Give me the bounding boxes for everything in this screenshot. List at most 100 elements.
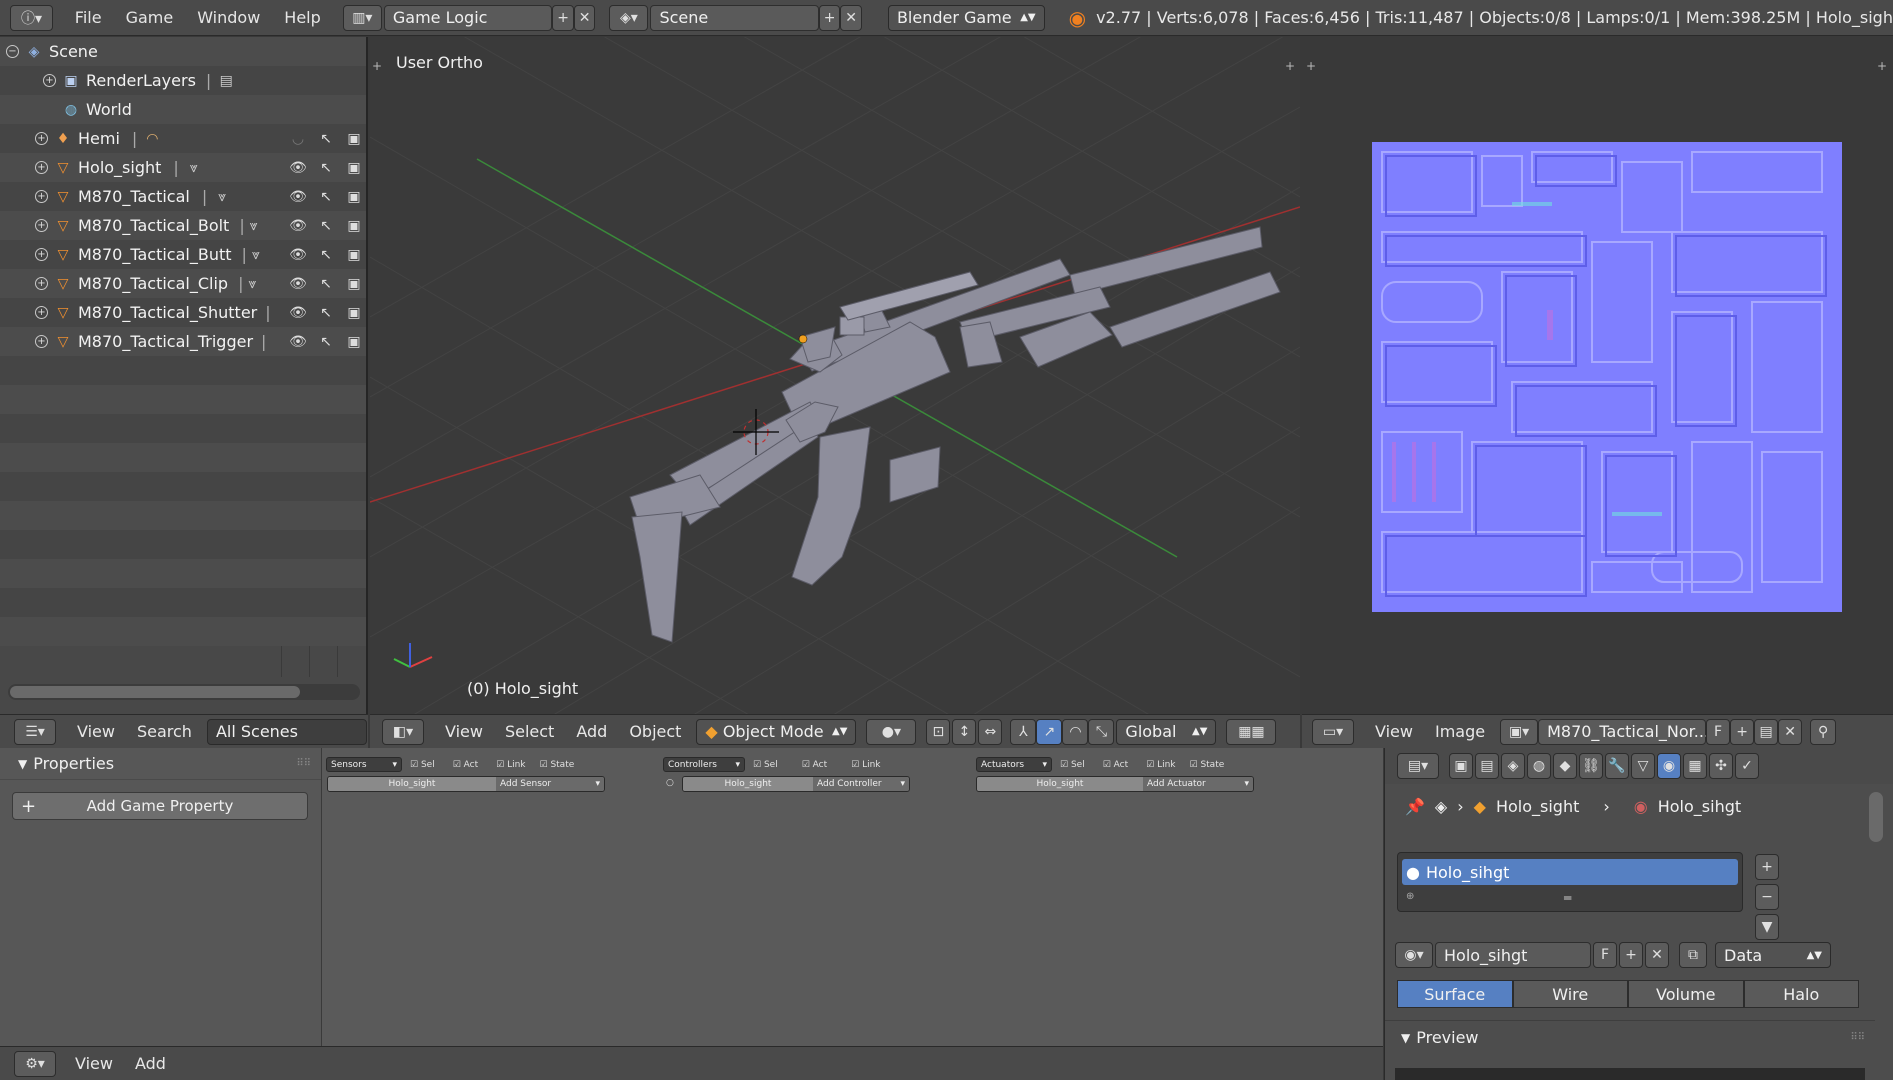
select-arrow-icon[interactable]: ↖	[315, 327, 337, 356]
unlink-material-icon[interactable]: ✕	[1645, 942, 1669, 968]
properties-panel-header[interactable]: ▼ Properties ⠿⠿	[0, 748, 321, 780]
render-camera-icon[interactable]: ▣	[343, 298, 365, 327]
normal-map-image[interactable]	[1372, 142, 1842, 612]
viewport-shading-icon[interactable]: ●▾	[866, 718, 917, 745]
select-arrow-icon[interactable]: ↖	[315, 182, 337, 211]
sensors-sel-check[interactable]: ☑ Sel	[410, 760, 435, 770]
sensors-link-check[interactable]: ☑ Link	[496, 760, 525, 770]
select-arrow-icon[interactable]: ↖	[315, 269, 337, 298]
controllers-sel-check[interactable]: ☑ Sel	[753, 760, 778, 770]
select-arrow-icon[interactable]: ↖	[315, 124, 337, 153]
menu-help[interactable]: Help	[272, 0, 332, 35]
controllers-act-check[interactable]: ☑ Act	[802, 760, 827, 770]
scene-tab-icon[interactable]: ◈	[1501, 753, 1525, 779]
sensors-menu[interactable]: Sensors ▾	[326, 757, 402, 772]
expand-icon[interactable]: +	[35, 132, 48, 145]
material-fake-user-button[interactable]: F	[1593, 942, 1617, 968]
viewport-canvas[interactable]	[370, 37, 1300, 714]
outliner-scrollbar-thumb[interactable]	[10, 686, 300, 698]
data-tab-icon[interactable]: ▽	[1631, 753, 1655, 779]
pivot-point-icon[interactable]: ⊡	[926, 718, 951, 745]
expand-icon[interactable]: +	[35, 190, 48, 203]
material-slot-specials-icon[interactable]: ▼	[1755, 914, 1779, 940]
sensors-act-check[interactable]: ☑ Act	[453, 760, 478, 770]
editor-type-properties-icon[interactable]: ▤▾	[1397, 753, 1439, 779]
tab-volume[interactable]: Volume	[1628, 980, 1744, 1008]
new-material-icon[interactable]: +	[1619, 942, 1643, 968]
expand-icon[interactable]: +	[35, 306, 48, 319]
outliner-item-m870-tactical-butt[interactable]: + ▽ M870_Tactical_Butt | ⩔ 👁 ↖ ▣	[0, 240, 366, 269]
remove-screen-icon[interactable]: ✕	[573, 4, 596, 31]
list-filter-icon[interactable]: ⊕	[1406, 891, 1414, 902]
image-fake-user-button[interactable]: F	[1706, 718, 1731, 745]
render-camera-icon[interactable]: ▣	[343, 211, 365, 240]
expand-icon[interactable]: +	[35, 219, 48, 232]
select-arrow-icon[interactable]: ↖	[315, 211, 337, 240]
viewport-menu-view[interactable]: View	[434, 722, 494, 741]
visibility-eye-icon[interactable]: 👁	[287, 269, 309, 298]
render-camera-icon[interactable]: ▣	[343, 240, 365, 269]
visibility-eye-icon[interactable]: 👁	[287, 240, 309, 269]
editor-type-outliner-icon[interactable]: ☰▾	[14, 718, 56, 745]
add-controller-dropdown[interactable]: Add Controller ▾	[813, 777, 909, 791]
mode-dropdown[interactable]: ◆ Object Mode ▲▼	[696, 718, 857, 745]
manipulator-toggle-icon[interactable]: ⇔	[978, 718, 1003, 745]
viewport-menu-object[interactable]: Object	[618, 722, 692, 741]
region-toggle-plus-icon[interactable]: +	[1306, 59, 1316, 73]
outliner-menu-search[interactable]: Search	[126, 722, 203, 741]
preview-panel-header[interactable]: ▼ Preview ⠿⠿	[1385, 1020, 1875, 1054]
tab-wire[interactable]: Wire	[1512, 980, 1628, 1008]
transform-orientation-dropdown[interactable]: Global ▲▼	[1116, 718, 1217, 745]
expand-icon[interactable]: +	[35, 277, 48, 290]
menu-file[interactable]: File	[63, 0, 114, 35]
node-tree-icon[interactable]: ⧉	[1679, 942, 1707, 968]
select-arrow-icon[interactable]: ↖	[315, 240, 337, 269]
render-camera-icon[interactable]: ▣	[343, 124, 365, 153]
expand-icon[interactable]: +	[35, 335, 48, 348]
add-sensor-dropdown[interactable]: Add Sensor ▾	[496, 777, 604, 791]
new-image-icon[interactable]: +	[1730, 718, 1755, 745]
visibility-eye-icon[interactable]: 👁	[287, 298, 309, 327]
region-toggle-plus-icon[interactable]: +	[372, 59, 382, 73]
controllers-link-check[interactable]: ☑ Link	[851, 760, 880, 770]
visibility-eye-icon[interactable]: 👁	[287, 211, 309, 240]
list-resize-grip-icon[interactable]: ═	[1564, 891, 1571, 905]
visibility-eye-icon[interactable]: 👁	[287, 153, 309, 182]
sensors-state-check[interactable]: ☑ State	[540, 760, 575, 770]
outliner-item-holo-sight[interactable]: + ▽ Holo_sight | ⩔ 👁 ↖ ▣	[0, 153, 366, 182]
viewport-menu-select[interactable]: Select	[494, 722, 565, 741]
region-toggle-plus-icon[interactable]: +	[1285, 59, 1295, 73]
outliner-item-m870-tactical-clip[interactable]: + ▽ M870_Tactical_Clip | ⩔ 👁 ↖ ▣	[0, 269, 366, 298]
outliner-scrollbar-track[interactable]	[8, 684, 360, 700]
editor-type-3d-view-icon[interactable]: ◧▾	[382, 718, 424, 745]
sensors-object-label[interactable]: Holo_sight	[328, 777, 496, 791]
pivot-dropdown-icon[interactable]: ↕	[952, 718, 977, 745]
image-name-field[interactable]: M870_Tactical_Nor...	[1538, 718, 1709, 745]
constraints-tab-icon[interactable]: ⛓	[1579, 753, 1603, 779]
add-game-property-button[interactable]: + Add Game Property	[12, 792, 308, 820]
collapse-icon[interactable]: −	[6, 45, 19, 58]
visibility-eye-icon[interactable]: 👁	[287, 182, 309, 211]
open-image-icon[interactable]: ▤	[1754, 718, 1779, 745]
image-menu-view[interactable]: View	[1364, 722, 1424, 741]
render-camera-icon[interactable]: ▣	[343, 153, 365, 182]
render-engine-dropdown[interactable]: Blender Game ▲▼	[887, 4, 1045, 31]
editor-type-image-icon[interactable]: ▭▾	[1312, 718, 1354, 745]
outliner-item-m870-tactical[interactable]: + ▽ M870_Tactical | ⩔ 👁 ↖ ▣	[0, 182, 366, 211]
editor-type-info-icon[interactable]: ⓘ▾	[10, 4, 54, 31]
add-actuator-dropdown[interactable]: Add Actuator ▾	[1143, 777, 1253, 791]
add-material-slot-icon[interactable]: +	[1755, 854, 1779, 880]
logic-menu-view[interactable]: View	[64, 1054, 124, 1073]
visibility-eye-icon[interactable]: 👁	[287, 327, 309, 356]
transform-manipulator-icon[interactable]: ⅄	[1010, 718, 1037, 745]
material-browse-icon[interactable]: ◉▾	[1395, 942, 1433, 968]
menu-game[interactable]: Game	[114, 0, 186, 35]
menu-window[interactable]: Window	[185, 0, 272, 35]
controller-link-dot-icon[interactable]: ○	[666, 778, 674, 788]
outliner-item-scene[interactable]: − ◈ Scene	[0, 37, 366, 66]
actuators-sel-check[interactable]: ☑ Sel	[1060, 760, 1085, 770]
scene-icon[interactable]: ◈▾	[609, 4, 649, 31]
unlink-image-icon[interactable]: ✕	[1778, 718, 1803, 745]
select-arrow-icon[interactable]: ↖	[315, 153, 337, 182]
outliner-item-hemi[interactable]: + ♦ Hemi | ◠ ◡ ↖ ▣	[0, 124, 366, 153]
